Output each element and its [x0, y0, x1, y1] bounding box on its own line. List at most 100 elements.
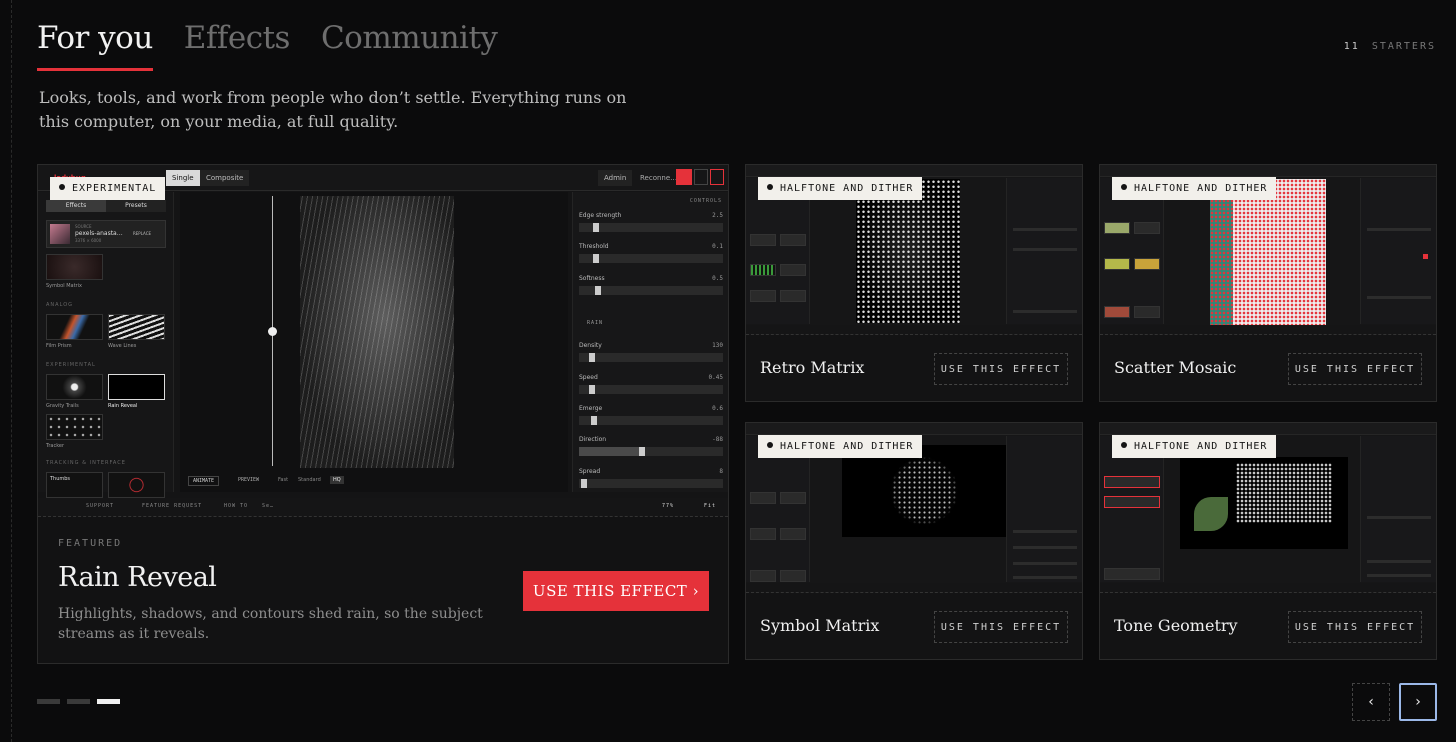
- user-avatar[interactable]: [710, 169, 724, 185]
- control-value: -88: [712, 436, 723, 443]
- user-menu[interactable]: Admin: [598, 170, 633, 186]
- use-effect-button[interactable]: USE THIS EFFECT: [934, 611, 1068, 643]
- control-label: Edge strength: [579, 212, 622, 219]
- rain-reveal-label: Rain Reveal: [108, 403, 138, 409]
- card-title: Symbol Matrix: [760, 616, 880, 635]
- tab-effects[interactable]: Effects: [184, 20, 291, 71]
- use-effect-button[interactable]: USE THIS EFFECT: [934, 353, 1068, 385]
- wave-lines-label: Wave Lines: [108, 343, 137, 349]
- effect-card-retro-matrix[interactable]: HALFTONE AND DITHER Retro Matrix USE THI…: [745, 164, 1083, 402]
- wave-lines-thumb[interactable]: [108, 314, 165, 340]
- film-prism-thumb[interactable]: [46, 314, 103, 340]
- download-icon[interactable]: [694, 169, 708, 185]
- tab-presets-panel[interactable]: Presets: [106, 200, 166, 212]
- control-emerge[interactable]: Emerge 0.6: [579, 405, 723, 435]
- slider-track[interactable]: [579, 416, 723, 425]
- mini-thumb: [750, 234, 776, 246]
- slider-track[interactable]: [579, 223, 723, 232]
- slider-knob[interactable]: [593, 254, 599, 263]
- featured-badge: EXPERIMENTAL: [50, 177, 166, 200]
- mini-slider: [1013, 576, 1077, 579]
- quality-standard[interactable]: Standard: [298, 477, 321, 483]
- tab-for-you[interactable]: For you: [37, 20, 153, 71]
- mini-thumb: [1104, 258, 1130, 270]
- control-spread[interactable]: Spread 8: [579, 468, 723, 498]
- support-link[interactable]: SUPPORT: [86, 503, 114, 509]
- quality-fast[interactable]: Fast: [278, 477, 288, 483]
- tab-effects-panel[interactable]: Effects: [46, 200, 106, 212]
- quality-hq[interactable]: HQ: [330, 476, 344, 484]
- featured-card[interactable]: EXPERIMENTAL ladybug Single Composite Ad…: [37, 164, 729, 664]
- featured-screenshot: EXPERIMENTAL ladybug Single Composite Ad…: [38, 165, 728, 517]
- dot-pattern: [1236, 463, 1332, 523]
- slider-knob[interactable]: [589, 353, 595, 362]
- mini-thumb: [780, 264, 806, 276]
- pager-dot-3[interactable]: [97, 699, 120, 704]
- control-edge-strength[interactable]: Edge strength 2.5: [579, 212, 723, 242]
- replace-button[interactable]: REPLACE: [133, 231, 151, 236]
- rain-reveal-thumb[interactable]: [108, 374, 165, 400]
- tab-community[interactable]: Community: [321, 20, 498, 71]
- mini-slider: [1367, 560, 1431, 563]
- control-direction[interactable]: Direction -88: [579, 436, 723, 466]
- use-effect-button[interactable]: USE THIS EFFECT ›: [523, 571, 709, 611]
- slider-knob[interactable]: [595, 286, 601, 295]
- mode-single[interactable]: Single: [166, 170, 200, 186]
- mini-controls-panel: [1360, 436, 1436, 582]
- effect-card-symbol-matrix[interactable]: HALFTONE AND DITHER Symbol Matrix USE TH…: [745, 422, 1083, 660]
- next-button[interactable]: ›: [1399, 683, 1437, 721]
- use-effect-button[interactable]: USE THIS EFFECT: [1288, 611, 1422, 643]
- slider-knob[interactable]: [589, 385, 595, 394]
- mini-slider: [1367, 516, 1431, 519]
- tracker-thumb[interactable]: [46, 414, 103, 440]
- slider-knob[interactable]: [639, 447, 645, 456]
- control-softness[interactable]: Softness 0.5: [579, 275, 723, 305]
- animate-button[interactable]: ANIMATE: [188, 476, 220, 486]
- how-to-link[interactable]: HOW TO: [224, 503, 248, 509]
- mini-thumb: [780, 570, 806, 582]
- thumbs-thumb[interactable]: Thumbs: [46, 472, 103, 498]
- fit-button[interactable]: Fit: [704, 503, 716, 509]
- compare-handle[interactable]: [268, 327, 277, 336]
- mini-statusbar: [746, 325, 1082, 334]
- gravity-trails-thumb[interactable]: [46, 374, 103, 400]
- mini-thumb: [750, 570, 776, 582]
- search-input[interactable]: Se…: [262, 503, 274, 509]
- preview-canvas[interactable]: ANIMATE PREVIEW Fast Standard HQ: [180, 192, 568, 492]
- control-speed[interactable]: Speed 0.45: [579, 374, 723, 404]
- symbol-matrix-thumb[interactable]: [46, 254, 103, 280]
- control-threshold[interactable]: Threshold 0.1: [579, 243, 723, 273]
- slider-track[interactable]: [579, 479, 723, 488]
- slider-knob[interactable]: [581, 479, 587, 488]
- card-screenshot: HALFTONE AND DITHER: [1100, 423, 1436, 593]
- mini-statusbar: [1100, 583, 1436, 592]
- effect-card-tone-geometry[interactable]: HALFTONE AND DITHER Tone Geometry USE TH…: [1099, 422, 1437, 660]
- controls-panel: CONTROLS Edge strength 2.5 Threshold 0.1…: [572, 192, 728, 492]
- crosshair-thumb[interactable]: [108, 472, 165, 498]
- effect-card-scatter-mosaic[interactable]: HALFTONE AND DITHER Scatter Mosaic USE T…: [1099, 164, 1437, 402]
- preview-label: PREVIEW: [238, 477, 260, 483]
- share-icon[interactable]: [676, 169, 692, 185]
- pager-dot-2[interactable]: [67, 699, 90, 704]
- slider-track[interactable]: [579, 254, 723, 263]
- pager-dot-1[interactable]: [37, 699, 60, 704]
- leaf-shape: [1194, 497, 1228, 531]
- slider-knob[interactable]: [591, 416, 597, 425]
- control-label: Density: [579, 342, 602, 349]
- mini-thumb: [780, 492, 806, 504]
- zoom-level[interactable]: 77%: [662, 503, 674, 509]
- mini-thumb: [750, 290, 776, 302]
- controls-title: CONTROLS: [689, 198, 722, 204]
- source-card[interactable]: SOURCE pexels-anasta… 3376 × 6000 REPLAC…: [46, 220, 166, 248]
- feature-request-link[interactable]: FEATURE REQUEST: [142, 503, 202, 509]
- mode-composite[interactable]: Composite: [200, 170, 250, 186]
- slider-track[interactable]: [579, 385, 723, 394]
- gravity-trails-label: Gravity Trails: [46, 403, 79, 409]
- slider-knob[interactable]: [593, 223, 599, 232]
- slider-track[interactable]: [579, 353, 723, 362]
- control-density[interactable]: Density 130: [579, 342, 723, 372]
- use-effect-button[interactable]: USE THIS EFFECT: [1288, 353, 1422, 385]
- slider-track[interactable]: [579, 447, 723, 456]
- mini-thumb: [780, 290, 806, 302]
- prev-button[interactable]: ‹: [1352, 683, 1390, 721]
